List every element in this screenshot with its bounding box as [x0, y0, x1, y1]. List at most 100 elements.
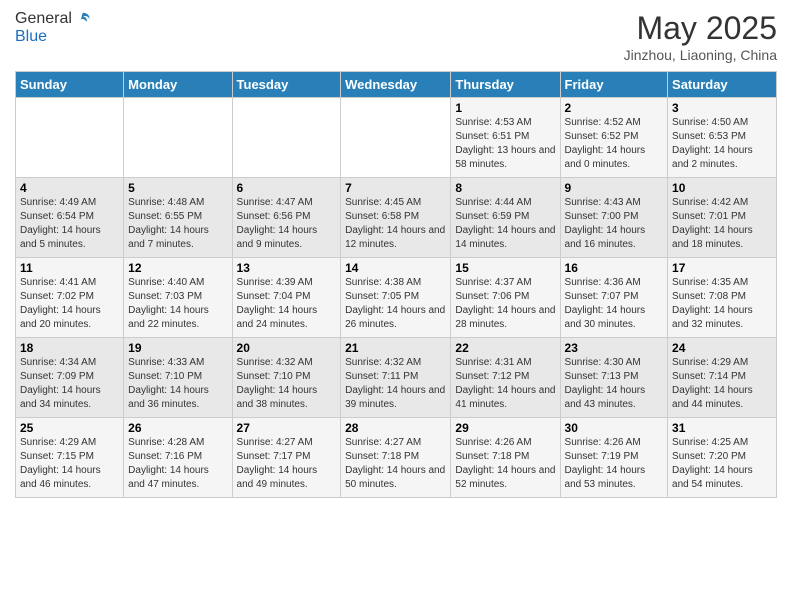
day-number: 11: [20, 261, 119, 275]
weekday-header-saturday: Saturday: [668, 72, 777, 98]
day-cell: 18Sunrise: 4:34 AMSunset: 7:09 PMDayligh…: [16, 338, 124, 418]
day-number: 8: [455, 181, 555, 195]
day-number: 29: [455, 421, 555, 435]
header: General Blue May 2025 Jinzhou, Liaoning,…: [15, 10, 777, 63]
logo-general-text: General: [15, 10, 72, 28]
day-info: Sunrise: 4:33 AMSunset: 7:10 PMDaylight:…: [128, 356, 227, 412]
day-cell: 7Sunrise: 4:45 AMSunset: 6:58 PMDaylight…: [341, 178, 451, 258]
day-info: Sunrise: 4:29 AMSunset: 7:14 PMDaylight:…: [672, 356, 772, 412]
day-cell: 2Sunrise: 4:52 AMSunset: 6:52 PMDaylight…: [560, 98, 668, 178]
week-row-5: 25Sunrise: 4:29 AMSunset: 7:15 PMDayligh…: [16, 418, 777, 498]
day-number: 27: [237, 421, 337, 435]
day-info: Sunrise: 4:39 AMSunset: 7:04 PMDaylight:…: [237, 276, 337, 332]
day-info: Sunrise: 4:52 AMSunset: 6:52 PMDaylight:…: [565, 116, 664, 172]
day-cell: 23Sunrise: 4:30 AMSunset: 7:13 PMDayligh…: [560, 338, 668, 418]
day-cell: 9Sunrise: 4:43 AMSunset: 7:00 PMDaylight…: [560, 178, 668, 258]
day-number: 17: [672, 261, 772, 275]
day-cell: 27Sunrise: 4:27 AMSunset: 7:17 PMDayligh…: [232, 418, 341, 498]
day-cell: 28Sunrise: 4:27 AMSunset: 7:18 PMDayligh…: [341, 418, 451, 498]
day-cell: 25Sunrise: 4:29 AMSunset: 7:15 PMDayligh…: [16, 418, 124, 498]
day-info: Sunrise: 4:38 AMSunset: 7:05 PMDaylight:…: [345, 276, 446, 332]
day-number: 25: [20, 421, 119, 435]
day-number: 4: [20, 181, 119, 195]
day-number: 26: [128, 421, 227, 435]
day-cell: 15Sunrise: 4:37 AMSunset: 7:06 PMDayligh…: [451, 258, 560, 338]
month-title: May 2025: [624, 10, 777, 47]
day-cell: 11Sunrise: 4:41 AMSunset: 7:02 PMDayligh…: [16, 258, 124, 338]
weekday-header-wednesday: Wednesday: [341, 72, 451, 98]
logo-blue-text: Blue: [15, 28, 92, 46]
day-info: Sunrise: 4:47 AMSunset: 6:56 PMDaylight:…: [237, 196, 337, 252]
day-info: Sunrise: 4:42 AMSunset: 7:01 PMDaylight:…: [672, 196, 772, 252]
weekday-header-friday: Friday: [560, 72, 668, 98]
title-block: May 2025 Jinzhou, Liaoning, China: [624, 10, 777, 63]
day-number: 15: [455, 261, 555, 275]
day-info: Sunrise: 4:41 AMSunset: 7:02 PMDaylight:…: [20, 276, 119, 332]
day-cell: [341, 98, 451, 178]
day-number: 14: [345, 261, 446, 275]
day-number: 1: [455, 101, 555, 115]
day-info: Sunrise: 4:27 AMSunset: 7:17 PMDaylight:…: [237, 436, 337, 492]
day-number: 24: [672, 341, 772, 355]
day-cell: 5Sunrise: 4:48 AMSunset: 6:55 PMDaylight…: [124, 178, 232, 258]
day-cell: [16, 98, 124, 178]
day-cell: 8Sunrise: 4:44 AMSunset: 6:59 PMDaylight…: [451, 178, 560, 258]
day-cell: 13Sunrise: 4:39 AMSunset: 7:04 PMDayligh…: [232, 258, 341, 338]
week-row-4: 18Sunrise: 4:34 AMSunset: 7:09 PMDayligh…: [16, 338, 777, 418]
weekday-header-row: SundayMondayTuesdayWednesdayThursdayFrid…: [16, 72, 777, 98]
day-number: 28: [345, 421, 446, 435]
day-cell: 19Sunrise: 4:33 AMSunset: 7:10 PMDayligh…: [124, 338, 232, 418]
day-info: Sunrise: 4:48 AMSunset: 6:55 PMDaylight:…: [128, 196, 227, 252]
day-cell: 30Sunrise: 4:26 AMSunset: 7:19 PMDayligh…: [560, 418, 668, 498]
day-number: 3: [672, 101, 772, 115]
day-number: 21: [345, 341, 446, 355]
weekday-header-tuesday: Tuesday: [232, 72, 341, 98]
day-number: 2: [565, 101, 664, 115]
day-cell: 1Sunrise: 4:53 AMSunset: 6:51 PMDaylight…: [451, 98, 560, 178]
weekday-header-monday: Monday: [124, 72, 232, 98]
day-cell: 26Sunrise: 4:28 AMSunset: 7:16 PMDayligh…: [124, 418, 232, 498]
day-info: Sunrise: 4:27 AMSunset: 7:18 PMDaylight:…: [345, 436, 446, 492]
day-cell: 14Sunrise: 4:38 AMSunset: 7:05 PMDayligh…: [341, 258, 451, 338]
day-info: Sunrise: 4:28 AMSunset: 7:16 PMDaylight:…: [128, 436, 227, 492]
day-number: 9: [565, 181, 664, 195]
day-cell: 6Sunrise: 4:47 AMSunset: 6:56 PMDaylight…: [232, 178, 341, 258]
week-row-1: 1Sunrise: 4:53 AMSunset: 6:51 PMDaylight…: [16, 98, 777, 178]
day-info: Sunrise: 4:43 AMSunset: 7:00 PMDaylight:…: [565, 196, 664, 252]
day-info: Sunrise: 4:29 AMSunset: 7:15 PMDaylight:…: [20, 436, 119, 492]
day-number: 5: [128, 181, 227, 195]
day-number: 16: [565, 261, 664, 275]
day-info: Sunrise: 4:40 AMSunset: 7:03 PMDaylight:…: [128, 276, 227, 332]
day-info: Sunrise: 4:53 AMSunset: 6:51 PMDaylight:…: [455, 116, 555, 172]
day-info: Sunrise: 4:26 AMSunset: 7:18 PMDaylight:…: [455, 436, 555, 492]
logo: General Blue: [15, 10, 92, 46]
day-info: Sunrise: 4:35 AMSunset: 7:08 PMDaylight:…: [672, 276, 772, 332]
calendar-table: SundayMondayTuesdayWednesdayThursdayFrid…: [15, 71, 777, 498]
day-cell: 4Sunrise: 4:49 AMSunset: 6:54 PMDaylight…: [16, 178, 124, 258]
day-info: Sunrise: 4:26 AMSunset: 7:19 PMDaylight:…: [565, 436, 664, 492]
day-number: 19: [128, 341, 227, 355]
day-number: 12: [128, 261, 227, 275]
day-cell: 31Sunrise: 4:25 AMSunset: 7:20 PMDayligh…: [668, 418, 777, 498]
day-info: Sunrise: 4:50 AMSunset: 6:53 PMDaylight:…: [672, 116, 772, 172]
weekday-header-sunday: Sunday: [16, 72, 124, 98]
day-cell: 29Sunrise: 4:26 AMSunset: 7:18 PMDayligh…: [451, 418, 560, 498]
day-info: Sunrise: 4:32 AMSunset: 7:11 PMDaylight:…: [345, 356, 446, 412]
week-row-3: 11Sunrise: 4:41 AMSunset: 7:02 PMDayligh…: [16, 258, 777, 338]
day-cell: 21Sunrise: 4:32 AMSunset: 7:11 PMDayligh…: [341, 338, 451, 418]
day-cell: 3Sunrise: 4:50 AMSunset: 6:53 PMDaylight…: [668, 98, 777, 178]
day-number: 18: [20, 341, 119, 355]
day-number: 31: [672, 421, 772, 435]
logo-bird-icon: [74, 10, 92, 28]
day-cell: [124, 98, 232, 178]
day-info: Sunrise: 4:44 AMSunset: 6:59 PMDaylight:…: [455, 196, 555, 252]
day-info: Sunrise: 4:30 AMSunset: 7:13 PMDaylight:…: [565, 356, 664, 412]
day-number: 23: [565, 341, 664, 355]
week-row-2: 4Sunrise: 4:49 AMSunset: 6:54 PMDaylight…: [16, 178, 777, 258]
day-info: Sunrise: 4:32 AMSunset: 7:10 PMDaylight:…: [237, 356, 337, 412]
day-cell: 12Sunrise: 4:40 AMSunset: 7:03 PMDayligh…: [124, 258, 232, 338]
location: Jinzhou, Liaoning, China: [624, 47, 777, 63]
day-number: 20: [237, 341, 337, 355]
day-number: 22: [455, 341, 555, 355]
day-number: 13: [237, 261, 337, 275]
